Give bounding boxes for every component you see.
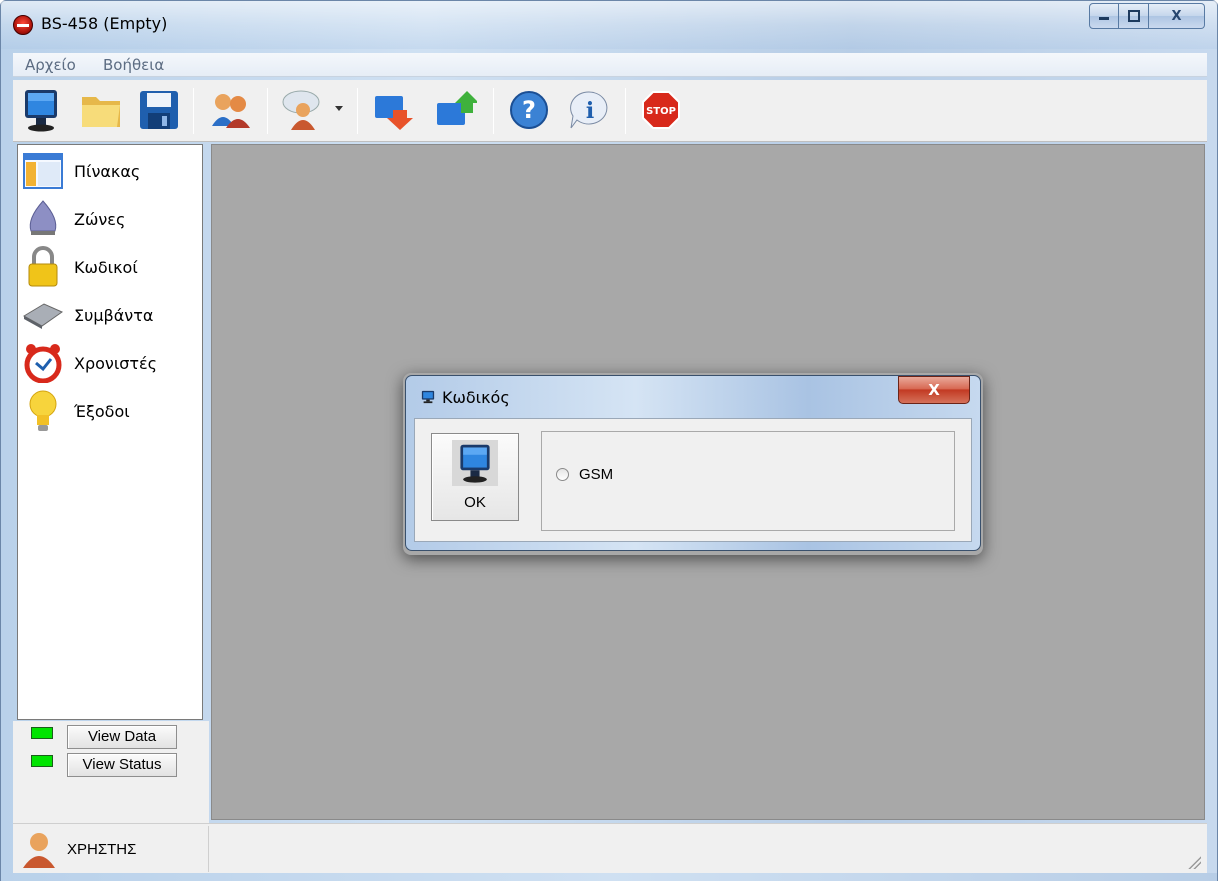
toolbar-separator [357,88,358,134]
dialog-close-button[interactable]: X [898,376,970,404]
toolbar-download-button[interactable] [369,86,417,134]
upload-icon [437,91,477,125]
window-title: BS-458 (Empty) [41,14,168,33]
folder-icon [82,97,120,127]
lightbulb-icon [22,390,64,432]
user-chat-icon [282,90,320,130]
minimize-button[interactable] [1089,3,1119,29]
toolbar-users-button[interactable] [207,86,255,134]
toolbar-open-button[interactable] [77,86,125,134]
svg-text:STOP: STOP [646,106,676,117]
status-user: ΧΡΗΣΤΗΣ [13,826,209,872]
toolbar-separator [625,88,626,134]
status-bar: ΧΡΗΣΤΗΣ [13,823,1207,873]
toolbar-monitor-button[interactable] [17,86,65,134]
options-group: GSM [541,431,955,531]
gsm-radio-label: GSM [579,466,614,483]
toolbar-stop-button[interactable]: STOP [637,86,685,134]
status-user-label: ΧΡΗΣΤΗΣ [67,840,137,858]
app-logo-icon [13,15,33,35]
sidebar-item-events[interactable]: Συμβάντα [22,293,202,337]
sidebar-item-label: Έξοδοι [74,401,130,421]
menu-file[interactable]: Αρχείο [25,56,76,74]
sidebar-item-panel[interactable]: Πίνακας [22,149,202,193]
view-status-button[interactable]: View Status [67,753,177,777]
sidebar-item-zones[interactable]: Ζώνες [22,197,202,241]
toolbar-upload-button[interactable] [431,86,479,134]
toolbar: ? i STOP [13,80,1207,142]
dialog-monitor-icon [421,390,435,404]
toolbar-separator [193,88,194,134]
toolbar-save-button[interactable] [135,86,183,134]
save-icon [140,91,178,129]
sidebar-item-label: Χρονιστές [74,353,158,373]
toolbar-info-button[interactable]: i [565,86,613,134]
info-icon: i [570,91,608,129]
gsm-radio[interactable] [556,468,569,481]
sidebar-item-outputs[interactable]: Έξοδοι [22,389,202,433]
gsm-option[interactable]: GSM [556,466,613,483]
sidebar: Πίνακας Ζώνες Κωδικοί Συμβάντα Χρονιστές [17,144,203,720]
toolbar-user-chat-button[interactable] [279,86,327,134]
sidebar-item-label: Συμβάντα [74,305,154,325]
svg-text:i: i [586,98,594,124]
title-bar[interactable]: BS-458 (Empty) X [1,1,1217,49]
ok-button-label: OK [464,494,486,511]
toolbar-separator [493,88,494,134]
sidebar-item-label: Πίνακας [74,161,141,181]
dialog-body: OK GSM [414,418,972,542]
window-controls: X [1089,3,1205,29]
sidebar-item-label: Κωδικοί [74,257,138,277]
toolbar-help-button[interactable]: ? [505,86,553,134]
resize-grip[interactable] [1187,855,1201,869]
zones-icon [22,198,64,240]
ok-button[interactable]: OK [431,433,519,521]
status-led-indicator [31,755,53,767]
sidebar-item-label: Ζώνες [74,209,126,229]
events-icon [22,294,64,336]
monitor-icon [452,440,498,486]
menu-bar: Αρχείο Βοήθεια [13,53,1207,77]
close-button[interactable]: X [1149,3,1205,29]
main-window: BS-458 (Empty) X Αρχείο Βοήθεια ? i STOP… [0,0,1218,881]
alarm-clock-icon [22,342,64,384]
window-bottom-border [1,873,1217,881]
close-icon: X [1171,8,1182,24]
sidebar-item-timers[interactable]: Χρονιστές [22,341,202,385]
view-controls-panel: View Data View Status [13,721,209,823]
chevron-down-icon[interactable] [335,106,343,111]
close-icon: X [928,381,940,399]
password-dialog: Κωδικός X OK GSM [405,375,981,551]
dialog-title: Κωδικός [442,388,510,407]
monitor-icon [25,90,57,132]
lock-icon [22,246,64,288]
panel-icon [22,150,64,192]
users-icon [212,94,250,128]
toolbar-separator [267,88,268,134]
maximize-button[interactable] [1119,3,1149,29]
download-icon [375,96,413,130]
user-icon [23,833,55,868]
minimize-icon [1099,17,1109,20]
sidebar-item-codes[interactable]: Κωδικοί [22,245,202,289]
stop-icon: STOP [642,91,680,129]
data-led-indicator [31,727,53,739]
svg-text:?: ? [522,96,536,124]
maximize-icon [1127,10,1140,22]
help-icon: ? [510,91,548,129]
menu-help[interactable]: Βοήθεια [103,56,164,74]
view-data-button[interactable]: View Data [67,725,177,749]
